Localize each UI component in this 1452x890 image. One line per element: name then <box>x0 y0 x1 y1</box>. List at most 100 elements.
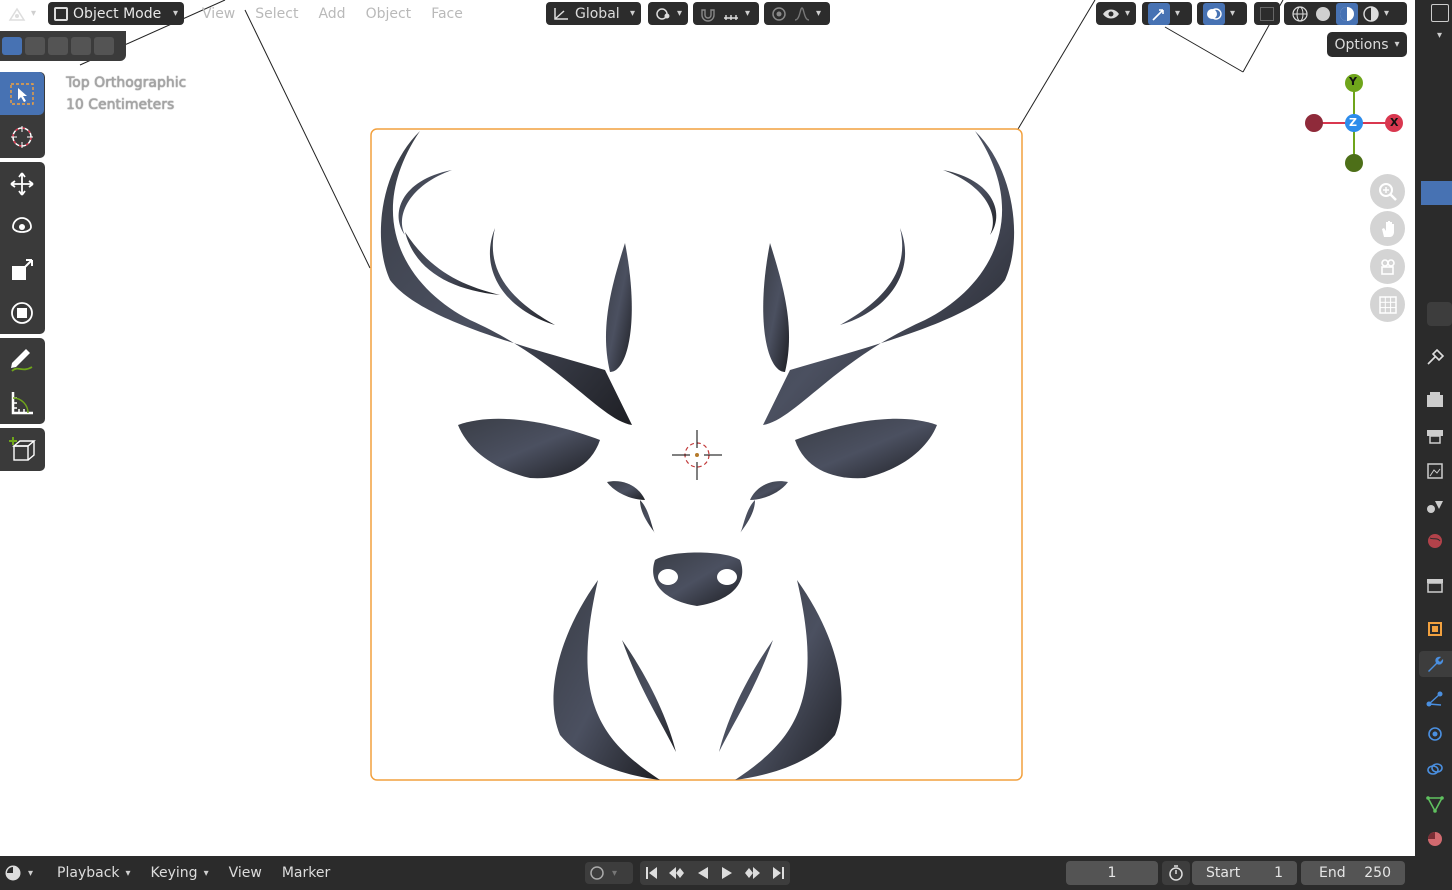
preview-range-toggle[interactable] <box>1162 861 1190 885</box>
snapping-group[interactable]: ▾ <box>693 2 759 25</box>
rendered-shading-icon[interactable] <box>1361 4 1381 24</box>
overlays-toggle[interactable]: ▾ <box>1197 2 1247 25</box>
transform-orientation[interactable]: Global ▾ <box>546 2 641 25</box>
menu-select[interactable]: Select <box>245 6 308 22</box>
shading-modes[interactable]: ▾ <box>1284 2 1407 25</box>
stopwatch-icon <box>1169 865 1183 881</box>
rotate-tool[interactable] <box>0 205 44 248</box>
next-keyframe-icon[interactable] <box>743 866 761 880</box>
end-frame-field[interactable]: End 250 <box>1301 861 1405 885</box>
orientation-icon <box>554 7 568 20</box>
tool-properties-icon[interactable] <box>1425 348 1445 366</box>
zoom-icon[interactable] <box>1370 174 1405 209</box>
tool-shelf <box>0 72 45 475</box>
chevron-down-icon: ▾ <box>125 867 131 879</box>
wireframe-shading-icon[interactable] <box>1290 4 1310 24</box>
pivot-point-button[interactable]: ▾ <box>648 2 688 25</box>
pan-hand-icon[interactable] <box>1370 211 1405 246</box>
record-icon <box>590 866 604 880</box>
timeline-editor-type[interactable]: ▾ <box>0 864 43 882</box>
gizmo-toggle[interactable]: ▾ <box>1142 2 1192 25</box>
chevron-down-icon: ▾ <box>173 8 179 19</box>
constraints-icon[interactable] <box>1425 760 1445 778</box>
particles-icon[interactable] <box>1425 690 1445 708</box>
tool-group-transform <box>0 162 45 334</box>
jump-end-icon[interactable] <box>771 866 785 880</box>
mode-selector[interactable]: Object Mode ▾ <box>48 2 185 25</box>
jump-start-icon[interactable] <box>645 866 659 880</box>
add-cube-tool[interactable] <box>0 428 44 471</box>
view-layer-properties-icon[interactable] <box>1425 462 1445 480</box>
select-box-tool[interactable] <box>0 72 44 115</box>
ortho-grid-icon[interactable] <box>1370 287 1405 322</box>
play-reverse-icon[interactable] <box>696 866 710 880</box>
grid-scale: 10 Centimeters <box>66 97 175 113</box>
menu-view[interactable]: View <box>192 6 245 22</box>
measure-tool[interactable] <box>0 381 44 424</box>
object-properties-icon[interactable] <box>1425 620 1445 638</box>
chevron-down-icon: ▾ <box>816 8 822 19</box>
solid-shading-icon[interactable] <box>1313 4 1333 24</box>
material-shading-icon[interactable] <box>1336 2 1358 25</box>
options-dropdown[interactable]: Options ▾ <box>1327 32 1407 57</box>
proportional-editing[interactable]: ▾ <box>764 2 830 25</box>
object-data-icon[interactable] <box>1425 795 1445 813</box>
select-intersect-icon[interactable] <box>94 37 114 55</box>
render-properties-icon[interactable] <box>1425 391 1445 409</box>
gizmo-icon <box>1148 2 1170 25</box>
playback-controls <box>640 861 790 885</box>
modifier-wrench-icon[interactable] <box>1425 655 1445 673</box>
chevron-down-icon: ▾ <box>1175 8 1181 19</box>
keying-label: Keying <box>150 865 198 881</box>
pencil-icon <box>11 348 33 372</box>
timeline-view-menu[interactable]: View <box>219 865 272 881</box>
scale-tool[interactable] <box>0 248 44 291</box>
physics-icon[interactable] <box>1425 725 1445 743</box>
scene-properties-icon[interactable] <box>1425 497 1445 515</box>
keying-menu[interactable]: Keying ▾ <box>141 865 219 881</box>
tool-settings-icon[interactable] <box>1427 302 1452 326</box>
annotate-tool[interactable] <box>0 338 44 381</box>
move-tool[interactable] <box>0 162 44 205</box>
cursor-tool[interactable] <box>0 115 44 158</box>
playback-label: Playback <box>57 865 120 881</box>
end-label: End <box>1319 865 1346 881</box>
view-name: Top Orthographic <box>66 75 187 91</box>
world-properties-icon[interactable] <box>1425 532 1445 550</box>
outliner-icon[interactable] <box>1431 4 1449 22</box>
playback-menu[interactable]: Playback ▾ <box>47 865 141 881</box>
menu-add[interactable]: Add <box>308 6 355 22</box>
chevron-down-icon: ▾ <box>1230 8 1236 19</box>
marker-menu[interactable]: Marker <box>272 865 340 881</box>
clock-icon <box>5 865 21 881</box>
menu-face[interactable]: Face <box>421 6 473 22</box>
current-frame-field[interactable]: 1 <box>1066 861 1158 885</box>
3d-cursor-icon <box>11 125 33 148</box>
xray-toggle[interactable] <box>1254 2 1280 25</box>
select-extend-icon[interactable] <box>25 37 45 55</box>
gizmo-y-label: Y <box>1349 75 1357 88</box>
move-icon <box>10 171 34 196</box>
play-icon[interactable] <box>720 866 734 880</box>
transform-tool[interactable] <box>0 291 44 334</box>
collection-properties-icon[interactable] <box>1425 576 1445 594</box>
scroll-chevron-icon[interactable]: ▾ <box>1437 30 1442 41</box>
select-box-new-icon[interactable] <box>2 37 22 55</box>
chevron-down-icon: ▾ <box>1394 39 1400 50</box>
editor-type-button[interactable]: ▾ <box>2 2 42 25</box>
viewport-canvas[interactable] <box>0 0 1415 856</box>
material-icon[interactable] <box>1425 830 1445 848</box>
properties-tab-bar: ▾ <box>1415 0 1452 856</box>
auto-keying-toggle[interactable]: ▾ <box>585 862 633 884</box>
tool-group-annotate <box>0 338 45 424</box>
viewport-header: ▾ Object Mode ▾ View Select Add Object F… <box>0 0 1415 27</box>
mode-label: Object Mode <box>73 5 162 22</box>
start-frame-field[interactable]: Start 1 <box>1192 861 1297 885</box>
camera-view-icon[interactable] <box>1370 249 1405 284</box>
select-subtract-icon[interactable] <box>48 37 68 55</box>
menu-object[interactable]: Object <box>356 6 422 22</box>
output-properties-icon[interactable] <box>1425 427 1445 445</box>
visibility-dropdown[interactable]: ▾ <box>1096 2 1136 25</box>
prev-keyframe-icon[interactable] <box>668 866 686 880</box>
select-invert-icon[interactable] <box>71 37 91 55</box>
